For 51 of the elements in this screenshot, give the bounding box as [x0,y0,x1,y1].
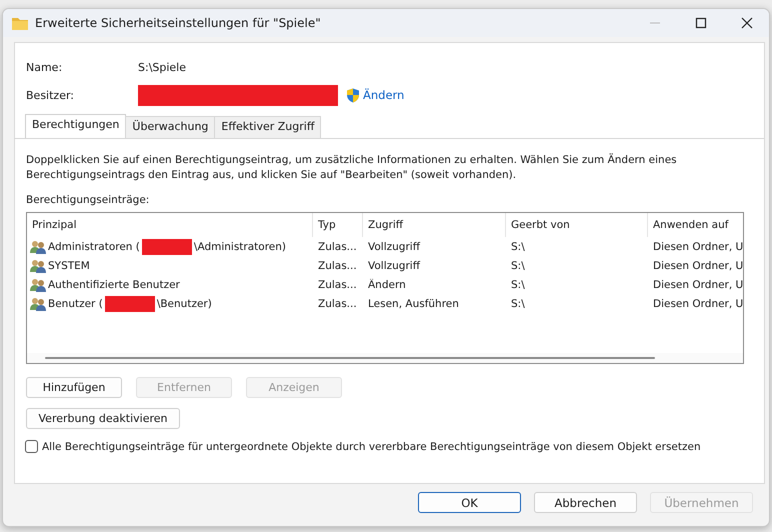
users-icon [30,258,46,272]
table-cell-text: Diesen Ordner, U [652,260,743,272]
column-header[interactable]: Typ [313,213,363,237]
principal-text: \Administratoren) [194,240,286,252]
users-icon [30,240,46,254]
name-label: Name: [26,60,64,74]
checkbox[interactable] [25,440,38,453]
button[interactable]: Vererbung deaktivieren [26,408,180,429]
maximize-icon [695,17,707,29]
table-cell-text: Zulas... [317,260,358,272]
shield-icon [346,88,360,102]
scrollbar-thumb[interactable] [45,357,655,359]
owner-label: Besitzer: [26,88,75,102]
tab[interactable]: Berechtigungen [25,114,126,138]
tab[interactable]: Überwachung [125,116,216,138]
principal-text: Administratoren ( [48,240,140,252]
table-cell-text: Zulas... [317,298,358,310]
table-cell-text: S:\ [510,260,526,272]
users-icon [30,278,46,292]
table-cell-text: Diesen Ordner, U [652,278,743,290]
table-cell-text: Vollzugriff [367,240,422,252]
entries-label: Berechtigungseinträge: [26,194,150,206]
window-title: Erweiterte Sicherheitseinstellungen für "Spiele" [35,16,322,30]
checkbox-label: Alle Berechtigungseinträge für untergeordnete Objekte durch vererbbare Berechtigungseinträge von diesem Objekt ersetzen [42,440,701,452]
info-text: Doppelklicken Sie auf einen Berechtigungseintrag, um zusätzliche Informationen zu erhalten. Wählen Sie zum Ändern eines Berechtigungseintrags den Eintrag aus, und klicken Sie auf "Bearbeiten" (soweit vorhanden). [26,153,678,183]
users-icon [30,296,46,310]
folder-icon [11,16,29,30]
tab[interactable]: Effektiver Zugriff [214,116,322,138]
button[interactable]: Hinzufügen [26,377,122,398]
table-cell-text: Diesen Ordner, U [652,298,743,310]
table-cell-text: Lesen, Ausführen [367,298,460,310]
principal-text: SYSTEM [48,260,90,272]
table-cell-text: Zulas... [317,278,358,290]
change-owner-link[interactable]: Ändern [346,88,404,102]
table-cell-text: Diesen Ordner, U [652,240,743,252]
column-header[interactable]: Anwenden auf [648,213,743,237]
table-cell-text: Vollzugriff [367,260,422,272]
table-cell-text: S:\ [510,298,526,310]
column-header[interactable]: Zugriff [363,213,506,237]
button[interactable]: OK [418,492,521,513]
name-value: S:\Spiele [138,60,186,74]
table-cell-text: S:\ [510,240,526,252]
principal-text: Benutzer ( [48,298,103,310]
principal-text: \Benutzer) [156,298,212,310]
column-header[interactable]: Geerbt von [506,213,648,237]
button[interactable]: Abbrechen [534,492,637,513]
table-cell-text: S:\ [510,278,526,290]
close-icon [741,17,753,29]
table-cell-text: Zulas... [317,240,358,252]
principal-text: Authentifizierte Benutzer [48,278,180,290]
column-header[interactable]: Prinzipal [27,213,313,237]
